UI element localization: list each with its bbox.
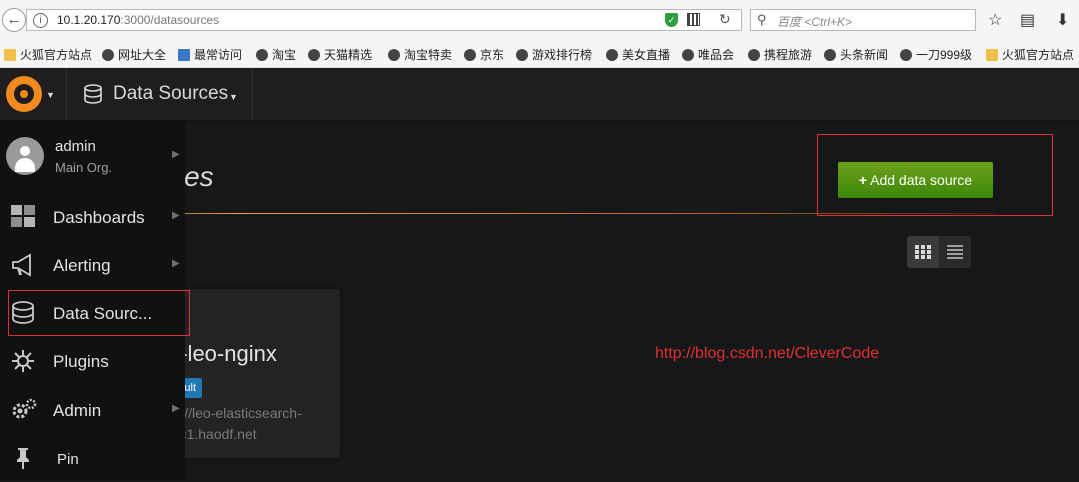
bookmark-item[interactable]: 网址大全 [102, 46, 166, 63]
grafana-navbar: ▼ Data Sources ▼ [0, 68, 1079, 121]
dashboards-icon [11, 205, 35, 227]
globe-icon [900, 49, 912, 61]
watermark-text: http://blog.csdn.net/CleverCode [655, 345, 880, 362]
shield-icon[interactable]: ✓ [665, 13, 678, 27]
user-menu[interactable]: admin Main Org. ▶ [0, 121, 185, 195]
highlight-box [8, 290, 190, 336]
globe-icon [308, 49, 320, 61]
globe-icon [388, 49, 400, 61]
chevron-right-icon: ▶ [172, 403, 180, 414]
star-icon[interactable]: ☆ [988, 10, 1002, 30]
sidebar-item-pin[interactable]: Pin [0, 434, 185, 482]
view-toggle [907, 236, 971, 268]
caret-down-icon: ▼ [46, 90, 55, 100]
bookmark-item[interactable]: 最常访问 [178, 46, 242, 63]
download-icon[interactable]: ⬇ [1056, 10, 1069, 30]
globe-icon [824, 49, 836, 61]
globe-icon [256, 49, 268, 61]
bookmark-item[interactable]: 一刀999级 [900, 46, 972, 63]
url-text: 10.1.20.170:3000/datasources [57, 13, 219, 27]
bookmarks-bar: 火狐官方站点 网址大全 最常访问 淘宝 天猫精选 淘宝特卖 京东 游戏排行榜 美… [0, 40, 1079, 68]
sidebar-item-label: Alerting [53, 256, 111, 275]
address-bar[interactable]: i 10.1.20.170:3000/datasources ✓ ↻ [26, 9, 742, 31]
folder-icon [986, 49, 998, 61]
browser-toolbar: ← i 10.1.20.170:3000/datasources ✓ ↻ ⚲ 百… [0, 0, 1079, 41]
database-icon [84, 84, 102, 104]
sidebar-item-alerting[interactable]: Alerting ▶ [0, 241, 185, 289]
chevron-right-icon: ▶ [172, 258, 180, 269]
reading-list-icon[interactable]: ▤ [1020, 10, 1035, 30]
bookmark-item[interactable]: 京东 [464, 46, 504, 63]
url-path: :3000/datasources [120, 13, 220, 27]
sidebar-item-admin[interactable]: Admin ▶ [0, 386, 185, 434]
bookmark-item[interactable]: 美女直播 [606, 46, 670, 63]
bookmark-item[interactable]: 淘宝特卖 [388, 46, 452, 63]
plugins-icon [12, 350, 34, 372]
caret-down-icon: ▼ [229, 92, 238, 102]
add-data-source-button[interactable]: + Add data source [838, 162, 993, 198]
search-placeholder: 百度 <Ctrl+K> [777, 15, 853, 29]
sidebar-item-label: Admin [53, 401, 102, 420]
globe-icon [606, 49, 618, 61]
chevron-right-icon: ▶ [172, 149, 180, 160]
bookmark-item[interactable]: 火狐官方站点 [4, 46, 92, 63]
globe-icon [682, 49, 694, 61]
bookmark-item[interactable]: 淘宝 [256, 46, 296, 63]
list-icon [947, 245, 963, 259]
bookmark-item[interactable]: 携程旅游 [748, 46, 812, 63]
plus-icon: + [858, 172, 868, 188]
bookmark-item[interactable]: 唯品会 [682, 46, 734, 63]
grid-view-button[interactable] [907, 236, 939, 268]
user-name: admin [55, 138, 96, 155]
bookmark-item[interactable]: 天猫精选 [308, 46, 372, 63]
sidebar-item-label: Pin [57, 451, 79, 468]
globe-icon [464, 49, 476, 61]
info-icon[interactable]: i [33, 13, 48, 28]
logo-menu-toggle[interactable]: ▼ [0, 68, 67, 120]
grafana-logo-icon [6, 76, 42, 112]
globe-icon [748, 49, 760, 61]
globe-icon [516, 49, 528, 61]
bookmark-item[interactable]: 头条新闻 [824, 46, 888, 63]
user-org: Main Org. [55, 160, 113, 175]
nav-title: Data Sources [113, 83, 229, 104]
folder-icon [4, 49, 16, 61]
bookmark-item[interactable]: 火狐官方站点 [986, 46, 1074, 63]
chevron-right-icon: ▶ [172, 210, 180, 221]
sidebar-item-label: Dashboards [53, 208, 145, 227]
megaphone-icon [12, 253, 31, 277]
url-host: 10.1.20.170 [57, 13, 121, 27]
nav-title-dropdown[interactable]: Data Sources ▼ [67, 68, 253, 120]
sidebar-item-plugins[interactable]: Plugins [0, 337, 185, 385]
reload-icon[interactable]: ↻ [719, 11, 731, 28]
bookmark-item[interactable]: 游戏排行榜 [516, 46, 592, 63]
pin-icon [17, 448, 29, 469]
grid-icon [915, 245, 931, 259]
side-menu: admin Main Org. ▶ Dashboards ▶ Alerting … [0, 121, 190, 482]
list-view-button[interactable] [939, 236, 971, 268]
sidebar-item-label: Plugins [53, 352, 109, 371]
gears-icon [12, 398, 37, 419]
sidebar-item-dashboards[interactable]: Dashboards ▶ [0, 193, 185, 241]
avatar [6, 137, 44, 175]
search-box[interactable]: ⚲ 百度 <Ctrl+K> [750, 9, 976, 31]
search-icon: ⚲ [757, 12, 767, 27]
page-icon [178, 49, 190, 61]
qr-code-icon[interactable] [687, 13, 700, 26]
globe-icon [102, 49, 114, 61]
back-button[interactable]: ← [2, 8, 26, 32]
